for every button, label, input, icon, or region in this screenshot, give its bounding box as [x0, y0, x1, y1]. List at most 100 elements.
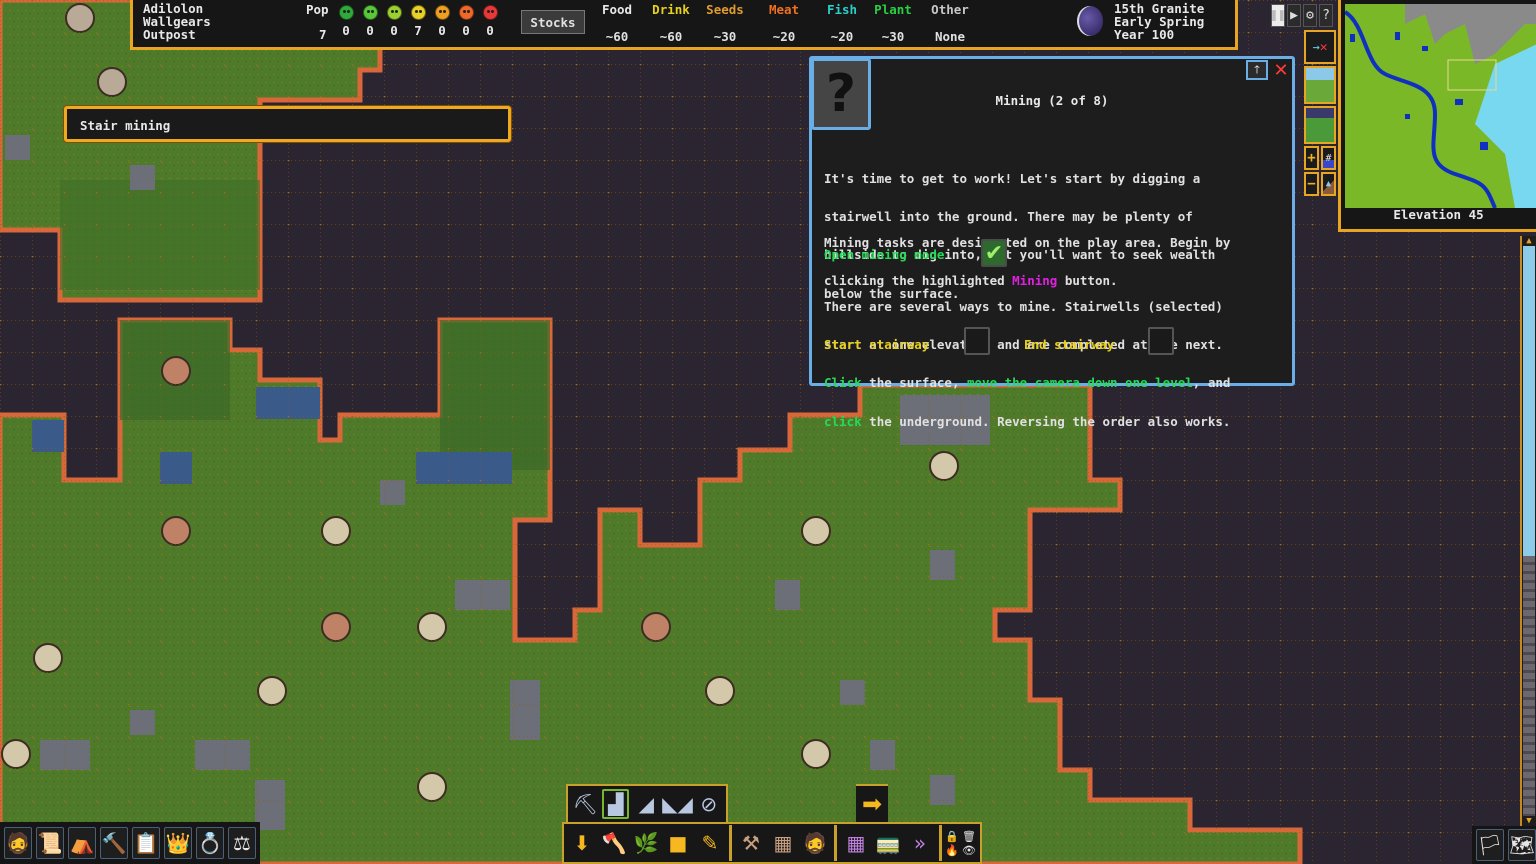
- mood-ecstatic[interactable]: 0: [337, 5, 355, 38]
- stock-seeds[interactable]: Seeds ~30: [699, 2, 751, 44]
- zoom-in-icon[interactable]: +: [1304, 146, 1319, 170]
- stockpile-button[interactable]: ▦: [769, 828, 797, 858]
- zoom-out-icon[interactable]: −: [1304, 172, 1319, 196]
- lock-icon[interactable]: 🔒: [945, 830, 961, 843]
- dig-icon: ⛏: [572, 792, 598, 816]
- nobles-button[interactable]: 👑: [164, 827, 192, 859]
- mood-face-icon: [386, 5, 402, 20]
- stock-label: Fish: [826, 2, 858, 17]
- minimize-button[interactable]: 🡑: [1246, 60, 1268, 80]
- tutorial-paragraph-3: There are several ways to mine. Stairwel…: [824, 298, 1231, 429]
- mood-face-icon: [338, 5, 354, 20]
- stock-label: Seeds: [706, 2, 744, 17]
- ramp-icon: ◢: [638, 792, 655, 816]
- trash-icon[interactable]: 🗑: [962, 830, 978, 843]
- help-icon[interactable]: ?: [1319, 4, 1333, 27]
- tasks-button[interactable]: 📜: [36, 827, 64, 859]
- stock-drink[interactable]: Drink ~60: [645, 2, 697, 44]
- game-speed-controls: ❚❚ ▶ ⚙ ?: [1270, 4, 1333, 27]
- citizens-button[interactable]: 🧔: [4, 827, 32, 859]
- chop-trees-icon: 🪓: [601, 831, 627, 855]
- play-icon[interactable]: ▶: [1287, 4, 1301, 27]
- main-menu-toolbar: 🧔 📜 ⛺ 🔨 📋 👑 💍 ⚖: [0, 822, 260, 864]
- fort-name[interactable]: Adilolon Wallgears Outpost: [143, 2, 211, 41]
- world-map-button[interactable]: 🗺: [1508, 829, 1536, 861]
- build-button[interactable]: ⚒: [737, 828, 765, 858]
- close-button[interactable]: ✕: [1271, 60, 1291, 81]
- next-arrow-button[interactable]: ➡: [856, 784, 888, 822]
- mood-count: 0: [438, 23, 446, 38]
- minimap[interactable]: [1345, 4, 1536, 208]
- forest-view-icon[interactable]: [1304, 106, 1336, 144]
- ramp-button[interactable]: ◢: [633, 789, 659, 819]
- stock-plant[interactable]: Plant ~30: [867, 2, 919, 44]
- stairs-icon: ▟: [608, 792, 624, 816]
- designation-toolbar: ⬇ 🪓 🌿 ■ ✎ ⚒ ▦ 🧔 ▦ 🚃 » 🔒 🗑 🔥 👁: [562, 822, 982, 864]
- more-button[interactable]: »: [906, 828, 934, 858]
- surface-view-icon[interactable]: [1304, 66, 1336, 104]
- mood-fine[interactable]: 7: [409, 5, 427, 38]
- recenter-icon[interactable]: → ✕: [1304, 30, 1336, 64]
- stock-other[interactable]: Other None: [924, 2, 976, 44]
- more-icon: »: [913, 831, 927, 855]
- places-button[interactable]: ⛺: [68, 827, 96, 859]
- chop-trees-button[interactable]: 🪓: [600, 828, 628, 858]
- mine-button[interactable]: ⬇: [568, 828, 596, 858]
- hauling-button[interactable]: 🚃: [874, 828, 902, 858]
- stock-value: ~60: [605, 29, 629, 44]
- smooth-icon: ■: [668, 831, 688, 855]
- next-arrow-icon: ➡: [861, 790, 883, 818]
- mood-miserable[interactable]: 0: [481, 5, 499, 38]
- objects-icon: 💍: [197, 831, 223, 855]
- stock-food[interactable]: Food ~60: [591, 2, 643, 44]
- level-up-icon[interactable]: ▲: [1522, 236, 1536, 246]
- channel-button[interactable]: ◣◢: [662, 789, 693, 819]
- mood-face-icon: [434, 5, 450, 20]
- stock-fish[interactable]: Fish ~20: [816, 2, 868, 44]
- mood-count: 0: [390, 23, 398, 38]
- pause-icon[interactable]: ❚❚: [1270, 4, 1286, 27]
- level-down-icon[interactable]: ▼: [1522, 816, 1536, 826]
- top-status-bar: Adilolon Wallgears Outpost Pop 7 0007000…: [130, 0, 1238, 50]
- stock-label: Food: [601, 2, 633, 17]
- nobles-icon: 👑: [165, 831, 191, 855]
- remove-stairs-icon: ⊘: [700, 792, 718, 816]
- elevation-toggle-icon[interactable]: ▲: [1321, 172, 1336, 196]
- mood-stressed[interactable]: 0: [433, 5, 451, 38]
- mood-unhappy[interactable]: 0: [457, 5, 475, 38]
- stocks-button[interactable]: Stocks: [521, 10, 585, 34]
- mood-count: 0: [486, 23, 494, 38]
- grid-toggle-icon[interactable]: #: [1321, 146, 1336, 170]
- objective-checkbox-open-mining: ✔: [981, 239, 1007, 267]
- burrows-button[interactable]: ▦: [842, 828, 870, 858]
- objects-button[interactable]: 💍: [196, 827, 224, 859]
- stairs-button[interactable]: ▟: [602, 789, 630, 819]
- z-level-scrollbar[interactable]: ▲ ▼: [1520, 236, 1536, 826]
- mood-face-icon: [458, 5, 474, 20]
- work-orders-button[interactable]: 📋: [132, 827, 160, 859]
- dig-button[interactable]: ⛏: [572, 789, 598, 819]
- justice-button[interactable]: ⚖: [228, 827, 256, 859]
- mood-content[interactable]: 0: [385, 5, 403, 38]
- zones-button[interactable]: 🧔: [801, 828, 829, 858]
- fire-icon[interactable]: 🔥: [945, 844, 961, 857]
- mood-count: 7: [414, 23, 422, 38]
- remove-stairs-button[interactable]: ⊘: [696, 789, 722, 819]
- mood-summary[interactable]: 0 0 0 7 0 0 0: [337, 5, 499, 38]
- squads-button[interactable]: 🏳: [1476, 829, 1504, 861]
- places-icon: ⛺: [69, 831, 95, 855]
- labor-button[interactable]: 🔨: [100, 827, 128, 859]
- tasks-icon: 📜: [37, 831, 63, 855]
- gather-plants-button[interactable]: 🌿: [632, 828, 660, 858]
- pop-total: 7: [319, 27, 327, 42]
- eye-icon[interactable]: 👁: [962, 844, 978, 857]
- mine-icon: ⬇: [573, 831, 591, 855]
- mood-happy[interactable]: 0: [361, 5, 379, 38]
- mining-mode-toolbar: ⛏ ▟ ◢ ◣◢ ⊘: [566, 784, 728, 822]
- hauling-icon: 🚃: [875, 831, 901, 855]
- erase-button[interactable]: ✎: [696, 828, 724, 858]
- smooth-button[interactable]: ■: [664, 828, 692, 858]
- stock-meat[interactable]: Meat ~20: [758, 2, 810, 44]
- gear-icon[interactable]: ⚙: [1303, 4, 1317, 27]
- citizens-icon: 🧔: [5, 831, 31, 855]
